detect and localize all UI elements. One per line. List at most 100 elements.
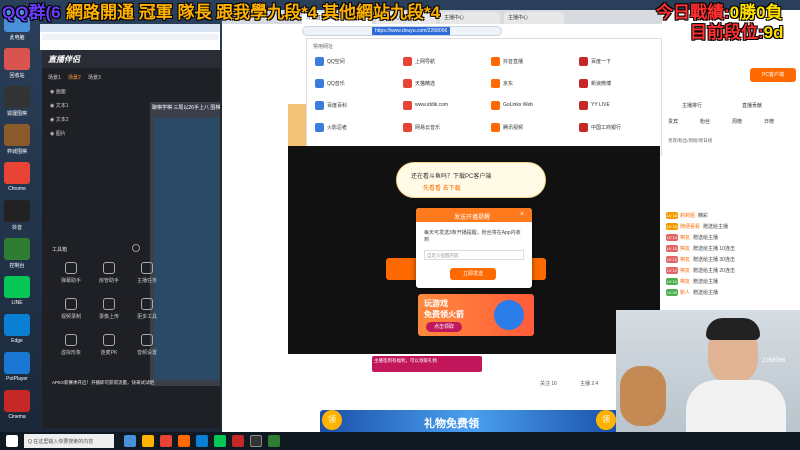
promo-claim-button[interactable]: 点击领取 — [426, 322, 462, 332]
desktop-icon[interactable] — [4, 200, 30, 222]
site-icon — [579, 100, 588, 110]
toolbox-button[interactable]: 虚拟形象 — [54, 334, 88, 364]
desktop-icon[interactable] — [4, 124, 30, 146]
gift-claim-icon[interactable]: 领 — [596, 410, 616, 430]
rank-subtab[interactable]: 周榜 — [732, 118, 742, 125]
rank-tab[interactable]: 直播贡献 — [742, 102, 762, 109]
quick-link-label: 百度百科 — [327, 102, 348, 109]
popup-input[interactable]: 自定义提醒内容 — [424, 250, 524, 260]
quick-link[interactable]: 中国工商银行 — [579, 121, 663, 133]
quick-link[interactable]: YY LIVE — [579, 99, 663, 111]
taskbar-app-icon[interactable] — [142, 435, 154, 447]
quick-link[interactable]: 腾讯视频 — [491, 121, 575, 133]
source-item[interactable]: ◉ 画面 — [50, 88, 66, 95]
source-item[interactable]: ◉ 文本2 — [50, 116, 69, 123]
game-promo-card[interactable]: 玩游戏 免费领火箭 点击领取 — [418, 294, 534, 336]
gift-claim-icon[interactable]: 领 — [322, 410, 342, 430]
quick-link[interactable]: 天猫精选 — [403, 77, 487, 89]
rank-subtab[interactable]: 日榜 — [764, 118, 774, 125]
source-item[interactable]: ◉ 图片 — [50, 130, 66, 137]
level-badge: LV 09 — [666, 289, 678, 296]
inner-window-titlebar — [40, 24, 220, 32]
gift-user[interactable]: 棋友 — [680, 256, 690, 263]
client-bubble[interactable]: 还在看斗鱼吗？下载PC客户端 先看看 去下载 — [396, 162, 546, 198]
quick-link[interactable]: www.iddik.com — [403, 99, 487, 111]
toolbox-button[interactable]: 音频设置 — [130, 334, 164, 364]
video-player[interactable]: 还在看斗鱼吗？下载PC客户端 先看看 去下载 发送开播提醒 × 每天可发送3条开… — [288, 146, 660, 354]
taskbar-app-icon[interactable] — [250, 435, 262, 447]
scene-tab-1[interactable]: 场景1 — [48, 74, 61, 81]
toolbox-button[interactable]: 主播任务 — [130, 262, 164, 292]
quick-link[interactable]: 网易云音乐 — [403, 121, 487, 133]
desktop-icon[interactable] — [4, 314, 30, 336]
windows-start-icon[interactable] — [6, 435, 18, 447]
quick-link[interactable]: 京东 — [491, 77, 575, 89]
gift-user[interactable]: 莉莉姐 — [680, 212, 695, 219]
desktop-icon[interactable] — [4, 48, 30, 70]
gift-user[interactable]: 棋友 — [680, 278, 690, 285]
quick-link[interactable]: 上网导航 — [403, 55, 487, 67]
level-badge: LV 12 — [666, 267, 678, 274]
desktop-icon[interactable] — [4, 352, 30, 374]
desktop-icon[interactable] — [4, 276, 30, 298]
popup-text: 每天可发送3条开播提醒，粉丝将在App内收到 — [424, 230, 521, 243]
quick-link[interactable]: 抖音直播 — [491, 55, 575, 67]
taskbar-app-icon[interactable] — [232, 435, 244, 447]
desktop-icon[interactable] — [4, 238, 30, 260]
source-item[interactable]: ◉ 文本1 — [50, 102, 69, 109]
toolbox-button-label: 更多工具 — [136, 314, 157, 320]
taskbar-search[interactable]: Q 在这里输入你要搜索的内容 — [24, 434, 114, 448]
taskbar-app-icon[interactable] — [268, 435, 280, 447]
toolbox-button[interactable]: 视频录制 — [54, 298, 88, 328]
tool-icon — [65, 262, 77, 274]
taskbar-app-icon[interactable] — [214, 435, 226, 447]
taskbar-app-icon[interactable] — [196, 435, 208, 447]
browser-tab[interactable]: 主播中心 — [504, 12, 564, 24]
gift-user[interactable]: 棋友 — [680, 267, 690, 274]
popup-close-icon[interactable]: × — [520, 211, 524, 218]
rank-tab[interactable]: 主播排行 — [682, 102, 702, 109]
pc-client-button[interactable]: PC客户端 — [750, 68, 796, 82]
rank-subtab[interactable]: 粉丝 — [700, 118, 710, 125]
taskbar-app-icon[interactable] — [124, 435, 136, 447]
quick-link[interactable]: QQ音乐 — [315, 77, 399, 89]
browser-tab[interactable]: 主播中心 — [440, 12, 500, 24]
quick-link[interactable]: 新浪微博 — [579, 77, 663, 89]
quick-link[interactable]: QQ空间 — [315, 55, 399, 67]
source-label: 文本1 — [55, 103, 69, 109]
toolbox-button[interactable]: 录像上传 — [92, 298, 126, 328]
taskbar-app-icon[interactable] — [160, 435, 172, 447]
scene-tab-3[interactable]: 场景3 — [88, 74, 101, 81]
gift-banner[interactable]: 礼物免费领 — [320, 410, 620, 434]
desktop-icon[interactable] — [4, 86, 30, 108]
rank-overlay: 目前段位:9d — [690, 18, 784, 43]
toolbox-button[interactable]: 弹幕助手 — [54, 262, 88, 292]
plush-toy — [620, 366, 666, 426]
status-message: APEX新赛季开启！开播即可获得流量，快来试试吧 — [52, 380, 155, 385]
scene-tab-2[interactable]: 场景2 — [68, 74, 81, 81]
toolbox-button[interactable]: 房管助手 — [92, 262, 126, 292]
live-companion-panel: 直播伴侣 场景1 场景2 场景3 ◉ 画面 ◉ 文本1 ◉ 文本2 ◉ 图片 聊… — [42, 50, 244, 428]
toolbox-settings-icon[interactable] — [132, 244, 140, 252]
gift-user[interactable]: 随便看看 — [680, 223, 700, 230]
gift-user[interactable]: 棋友 — [680, 245, 690, 252]
rank-subtab[interactable]: 贵宾 — [668, 118, 678, 125]
bubble-links[interactable]: 先看看 去下载 — [423, 183, 461, 192]
toolbox-button[interactable]: 更多工具 — [130, 298, 164, 328]
quick-link[interactable]: 百度百科 — [315, 99, 399, 111]
toolbox-button[interactable]: 连麦PK — [92, 334, 126, 364]
gift-user[interactable]: 棋友 — [680, 234, 690, 241]
gift-user[interactable]: 新人 — [680, 289, 690, 296]
desktop-icon[interactable] — [4, 162, 30, 184]
popup-title: 发送开播提醒 — [454, 215, 491, 221]
quick-link[interactable]: 百度一下 — [579, 55, 663, 67]
desktop-icon-label: Chrome — [8, 186, 26, 192]
taskbar-app-icon[interactable] — [178, 435, 190, 447]
promo-line-1: 玩游戏 — [424, 299, 448, 308]
quick-link[interactable]: 火影忍者 — [315, 121, 399, 133]
tool-icon — [65, 334, 77, 346]
signin-banner[interactable]: 主播签到有福利，可以领取礼物 — [372, 356, 482, 372]
quick-link[interactable]: GoLinks Web — [491, 99, 575, 111]
desktop-icon[interactable] — [4, 390, 30, 412]
popup-send-button[interactable]: 立即发送 — [450, 268, 496, 280]
